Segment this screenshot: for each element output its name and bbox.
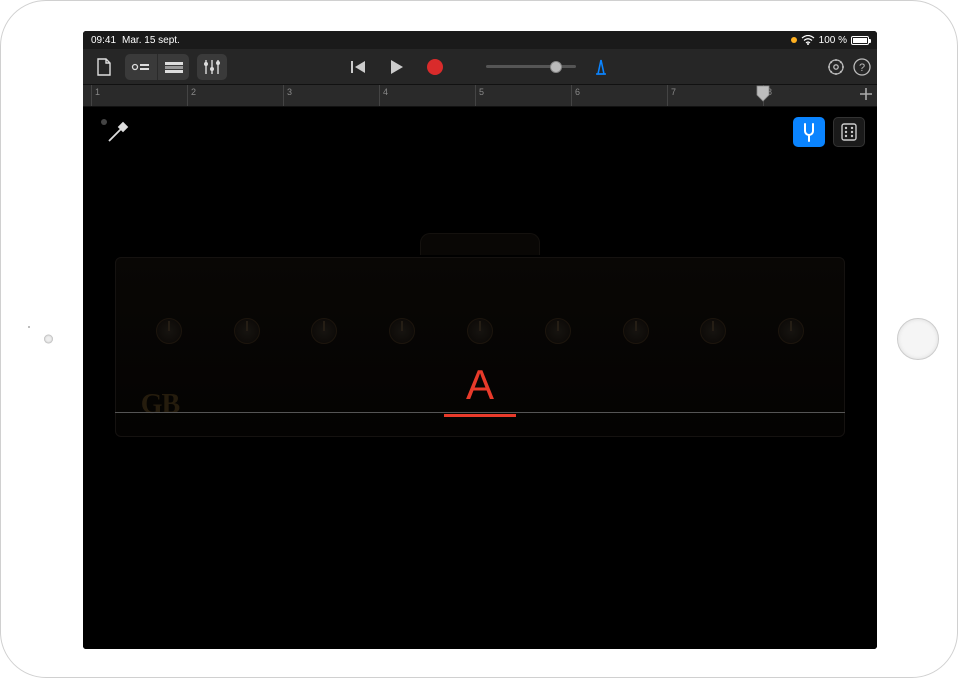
help-button[interactable]: ? [853,58,871,76]
amp-knob [623,318,649,344]
amp-handle [420,233,540,255]
bar-marker: 6 [571,85,580,106]
play-icon [390,59,404,75]
tuner-view-button[interactable] [793,117,825,147]
bar-marker: 7 [667,85,676,106]
amp-knob [545,318,571,344]
tuner-baseline [115,412,846,413]
view-switcher [793,117,865,147]
ipad-frame: 09:41 Mar. 15 sept. 100 % [0,0,958,678]
rewind-icon [351,60,367,74]
play-button[interactable] [384,54,410,80]
amp-knob [156,318,182,344]
instrument-view: GB A [83,107,877,649]
transport-controls [346,54,614,80]
tuner-needle [444,414,516,417]
tracks-view-icon [164,60,184,74]
screen: 09:41 Mar. 15 sept. 100 % [83,31,877,649]
battery-icon [851,36,869,45]
amp-knob [700,318,726,344]
track-controls-button[interactable] [197,54,227,80]
svg-text:?: ? [859,62,865,74]
bar-marker: 4 [379,85,388,106]
bar-marker: 3 [283,85,292,106]
battery-percent: 100 % [819,35,847,46]
tracks-view-button[interactable] [157,54,189,80]
sound-browser-icon [131,60,151,74]
amp-knob [311,318,337,344]
front-camera [44,335,53,344]
document-icon [96,58,112,76]
clock: 09:41 [91,35,116,46]
playhead-icon [756,85,770,107]
my-songs-button[interactable] [89,54,119,80]
view-segment [125,54,189,80]
tuning-fork-icon [800,122,818,142]
amp-logo: GB [141,389,179,421]
plus-icon [859,87,873,101]
amp-knob [234,318,260,344]
metronome-icon [592,58,610,76]
stompbox-view-button[interactable] [833,117,865,147]
ambient-sensor [28,326,30,328]
wifi-dot-icon [791,37,797,43]
status-bar: 09:41 Mar. 15 sept. 100 % [83,31,877,49]
tuner-note-readout: A [466,361,494,409]
settings-gear-icon [827,58,845,76]
amp-knob [389,318,415,344]
metronome-button[interactable] [588,54,614,80]
bar-marker: 2 [187,85,196,106]
input-monitor-icon[interactable] [101,119,131,149]
date: Mar. 15 sept. [122,35,180,46]
master-volume-slider[interactable] [486,65,576,68]
home-button[interactable] [897,318,939,360]
bar-marker: 5 [475,85,484,106]
amp-knob [467,318,493,344]
wifi-icon [801,35,815,45]
toolbar: ? [83,49,877,85]
record-button[interactable] [422,54,448,80]
stompbox-icon [840,122,858,142]
bar-marker: 1 [91,85,100,106]
settings-button[interactable] [827,58,845,76]
add-section-button[interactable] [859,87,873,101]
amp-knob [778,318,804,344]
amp-knobs-row [156,318,805,344]
help-icon: ? [853,58,871,76]
track-controls-icon [203,59,221,75]
browser-button[interactable] [125,54,157,80]
amp-background: GB [115,257,846,437]
timeline-ruler[interactable]: 1 2 3 4 5 6 7 8 [83,85,877,107]
playhead[interactable] [756,85,770,107]
go-to-beginning-button[interactable] [346,54,372,80]
volume-thumb[interactable] [550,61,562,73]
record-icon [427,59,443,75]
